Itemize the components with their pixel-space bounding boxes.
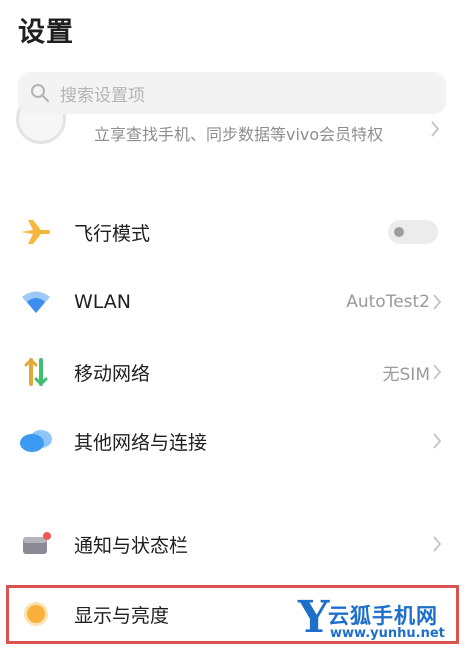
setting-label: 其他网络与连接 (74, 431, 208, 454)
setting-value: AutoTest2 (346, 292, 430, 312)
mobile-data-icon (18, 354, 54, 390)
setting-row-notifications[interactable]: 通知与状态栏 (0, 514, 472, 574)
chevron-right-icon (431, 121, 440, 137)
chevron-right-icon (433, 433, 442, 449)
watermark: Y 云狐手机网 www.yunhu.net (298, 596, 462, 650)
setting-value: 无SIM (382, 364, 430, 385)
page-title: 设置 (18, 17, 74, 48)
airplane-mode-toggle[interactable] (388, 220, 438, 244)
search-icon (31, 84, 49, 102)
chevron-right-icon (433, 364, 442, 380)
setting-label: 移动网络 (74, 362, 151, 385)
cloud-icon (18, 423, 54, 459)
setting-row-airplane[interactable]: 飞行模式 (0, 202, 472, 262)
toggle-knob (394, 227, 404, 237)
search-placeholder: 搜索设置项 (60, 85, 145, 106)
notification-icon (18, 526, 54, 562)
setting-row-wlan[interactable]: WLAN AutoTest2 (0, 272, 472, 332)
setting-label: 飞行模式 (74, 222, 151, 245)
chevron-right-icon (433, 536, 442, 552)
chevron-right-icon (433, 294, 442, 310)
wifi-icon (18, 284, 54, 320)
airplane-icon (18, 214, 54, 250)
watermark-logo-letter: Y (298, 592, 330, 643)
watermark-url: www.yunhu.net (330, 626, 445, 641)
setting-row-mobile-network[interactable]: 移动网络 无SIM (0, 342, 472, 402)
setting-row-other-networks[interactable]: 其他网络与连接 (0, 411, 472, 471)
account-subtitle[interactable]: 立享查找手机、同步数据等vivo会员特权 (94, 121, 383, 145)
setting-label: 通知与状态栏 (74, 534, 189, 557)
setting-label: WLAN (74, 291, 132, 313)
search-input[interactable]: 搜索设置项 (18, 72, 446, 114)
